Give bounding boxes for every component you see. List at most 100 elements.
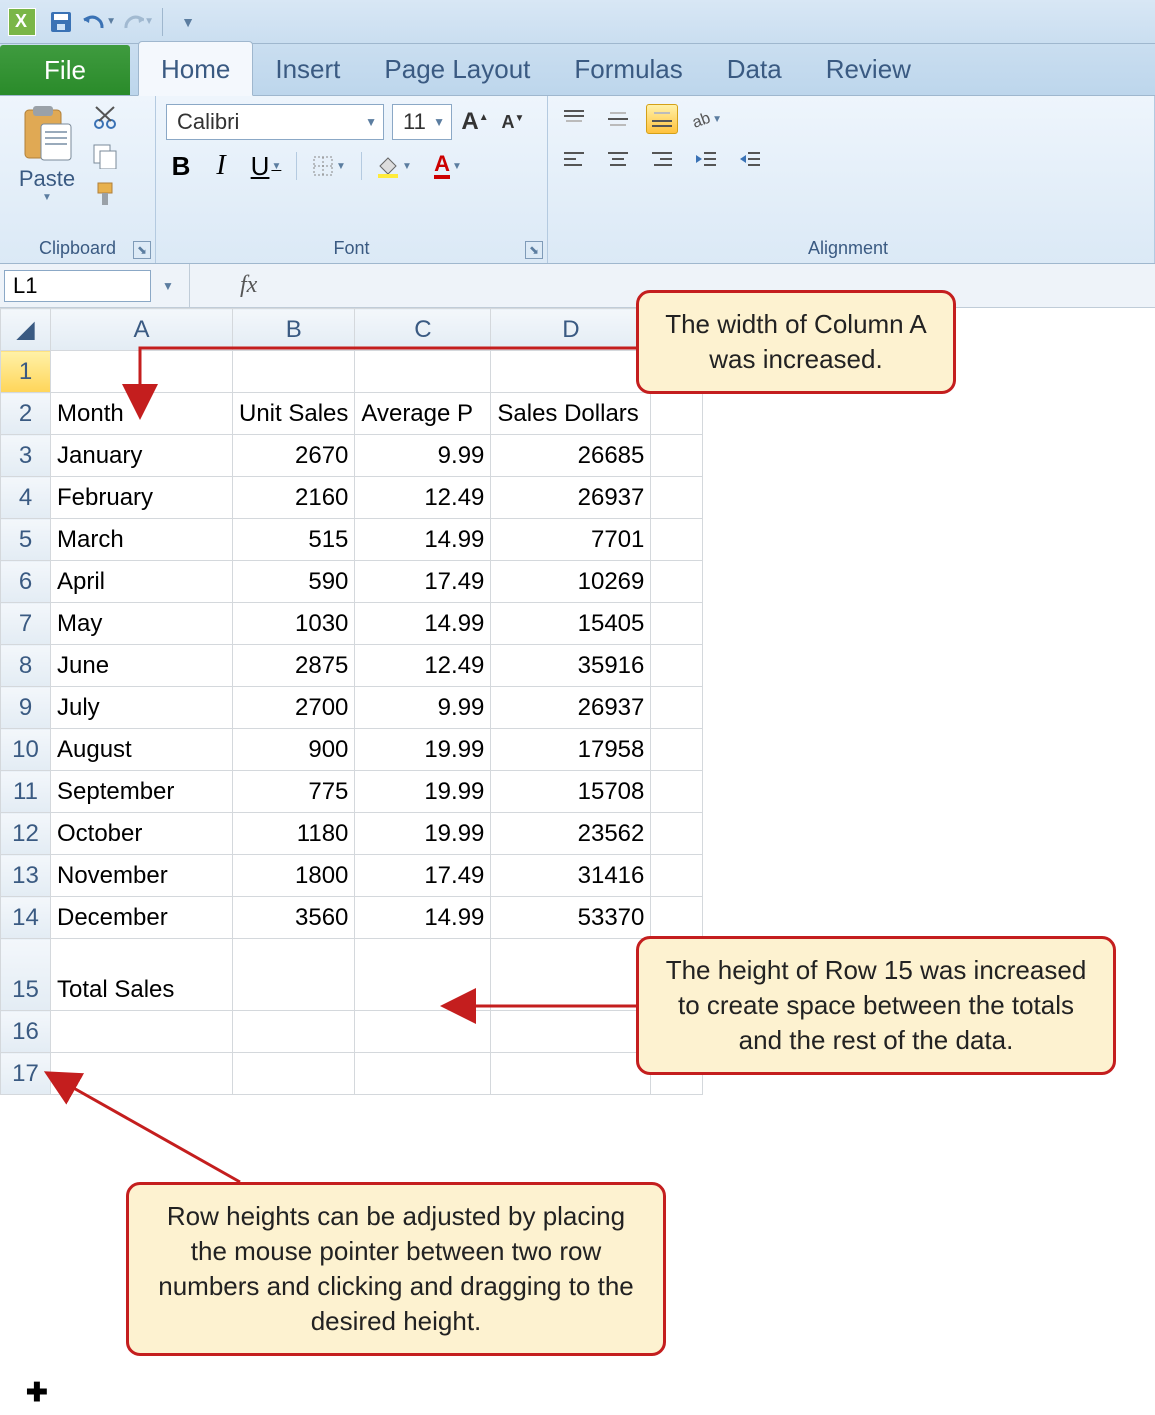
cell-C15[interactable] (355, 939, 491, 1011)
cell-E2[interactable] (651, 393, 703, 435)
cell-A16[interactable] (51, 1011, 233, 1053)
font-name-combo[interactable]: Calibri ▼ (166, 104, 384, 140)
cell-D14[interactable]: 53370 (491, 897, 651, 939)
cell-D8[interactable]: 35916 (491, 645, 651, 687)
cell-C2[interactable]: Average P (355, 393, 491, 435)
name-box[interactable]: L1 (4, 270, 151, 302)
row-header-17[interactable]: 17 (1, 1053, 51, 1095)
align-top-button[interactable] (558, 104, 590, 134)
grow-font-button[interactable]: A▲ (460, 107, 490, 137)
col-header-B[interactable]: B (233, 309, 355, 351)
cell-D9[interactable]: 26937 (491, 687, 651, 729)
cell-D5[interactable]: 7701 (491, 519, 651, 561)
cell-D6[interactable]: 10269 (491, 561, 651, 603)
cell-C3[interactable]: 9.99 (355, 435, 491, 477)
cell-A11[interactable]: September (51, 771, 233, 813)
font-dialog-launcher[interactable]: ⬊ (525, 241, 543, 259)
row-header-15[interactable]: 15 (1, 939, 51, 1011)
row-header-16[interactable]: 16 (1, 1011, 51, 1053)
cell-B6[interactable]: 590 (233, 561, 355, 603)
cell-B4[interactable]: 2160 (233, 477, 355, 519)
row-header-11[interactable]: 11 (1, 771, 51, 813)
row-header-3[interactable]: 3 (1, 435, 51, 477)
cell-A4[interactable]: February (51, 477, 233, 519)
paste-button[interactable]: Paste ▼ (10, 104, 84, 203)
cell-C11[interactable]: 19.99 (355, 771, 491, 813)
cell-B12[interactable]: 1180 (233, 813, 355, 855)
cell-B17[interactable] (233, 1053, 355, 1095)
align-bottom-button[interactable] (646, 104, 678, 134)
row-header-4[interactable]: 4 (1, 477, 51, 519)
cell-A9[interactable]: July (51, 687, 233, 729)
underline-button[interactable]: U▼ (246, 151, 286, 182)
align-middle-button[interactable] (602, 104, 634, 134)
cell-D11[interactable]: 15708 (491, 771, 651, 813)
name-box-dropdown[interactable]: ▼ (151, 270, 185, 302)
cell-D2[interactable]: Sales Dollars (491, 393, 651, 435)
cell-E4[interactable] (651, 477, 703, 519)
cut-button[interactable] (90, 104, 120, 132)
row-header-8[interactable]: 8 (1, 645, 51, 687)
cell-B11[interactable]: 775 (233, 771, 355, 813)
tab-review[interactable]: Review (804, 42, 933, 95)
cell-B8[interactable]: 2875 (233, 645, 355, 687)
shrink-font-button[interactable]: A▼ (498, 107, 528, 137)
cell-C1[interactable] (355, 351, 491, 393)
col-header-C[interactable]: C (355, 309, 491, 351)
cell-C9[interactable]: 9.99 (355, 687, 491, 729)
cell-D12[interactable]: 23562 (491, 813, 651, 855)
cell-C5[interactable]: 14.99 (355, 519, 491, 561)
cell-A6[interactable]: April (51, 561, 233, 603)
cell-B13[interactable]: 1800 (233, 855, 355, 897)
tab-file[interactable]: File (0, 45, 130, 95)
customize-qat-button[interactable]: ▼ (171, 6, 205, 38)
cell-C16[interactable] (355, 1011, 491, 1053)
insert-function-button[interactable]: fx (240, 272, 257, 299)
cell-B7[interactable]: 1030 (233, 603, 355, 645)
cell-A17[interactable] (51, 1053, 233, 1095)
row-header-12[interactable]: 12 (1, 813, 51, 855)
cell-D16[interactable] (491, 1011, 651, 1053)
cell-E10[interactable] (651, 729, 703, 771)
cell-E11[interactable] (651, 771, 703, 813)
cell-D7[interactable]: 15405 (491, 603, 651, 645)
redo-button[interactable]: ▼ (120, 6, 154, 38)
row-header-13[interactable]: 13 (1, 855, 51, 897)
cell-D10[interactable]: 17958 (491, 729, 651, 771)
cell-A3[interactable]: January (51, 435, 233, 477)
cell-C13[interactable]: 17.49 (355, 855, 491, 897)
cell-B15[interactable] (233, 939, 355, 1011)
select-all-corner[interactable]: ◢ (1, 309, 51, 351)
align-left-button[interactable] (558, 144, 590, 174)
row-header-7[interactable]: 7 (1, 603, 51, 645)
cell-B5[interactable]: 515 (233, 519, 355, 561)
cell-E9[interactable] (651, 687, 703, 729)
cell-A7[interactable]: May (51, 603, 233, 645)
cell-C12[interactable]: 19.99 (355, 813, 491, 855)
cell-E8[interactable] (651, 645, 703, 687)
row-header-10[interactable]: 10 (1, 729, 51, 771)
bold-button[interactable]: B (166, 151, 196, 182)
row-header-1[interactable]: 1 (1, 351, 51, 393)
cell-A14[interactable]: December (51, 897, 233, 939)
row-header-9[interactable]: 9 (1, 687, 51, 729)
borders-button[interactable]: ▼ (307, 155, 351, 177)
font-color-button[interactable]: A ▼ (426, 153, 470, 179)
cell-E13[interactable] (651, 855, 703, 897)
cell-B3[interactable]: 2670 (233, 435, 355, 477)
cell-E7[interactable] (651, 603, 703, 645)
col-header-A[interactable]: A (51, 309, 233, 351)
tab-data[interactable]: Data (705, 42, 804, 95)
italic-button[interactable]: I (206, 150, 236, 182)
save-button[interactable] (44, 6, 78, 38)
cell-D15[interactable] (491, 939, 651, 1011)
cell-B1[interactable] (233, 351, 355, 393)
row-header-2[interactable]: 2 (1, 393, 51, 435)
clipboard-dialog-launcher[interactable]: ⬊ (133, 241, 151, 259)
cell-C14[interactable]: 14.99 (355, 897, 491, 939)
cell-C17[interactable] (355, 1053, 491, 1095)
col-header-D[interactable]: D (491, 309, 651, 351)
tab-home[interactable]: Home (138, 41, 253, 96)
tab-page-layout[interactable]: Page Layout (362, 42, 552, 95)
cell-D17[interactable] (491, 1053, 651, 1095)
